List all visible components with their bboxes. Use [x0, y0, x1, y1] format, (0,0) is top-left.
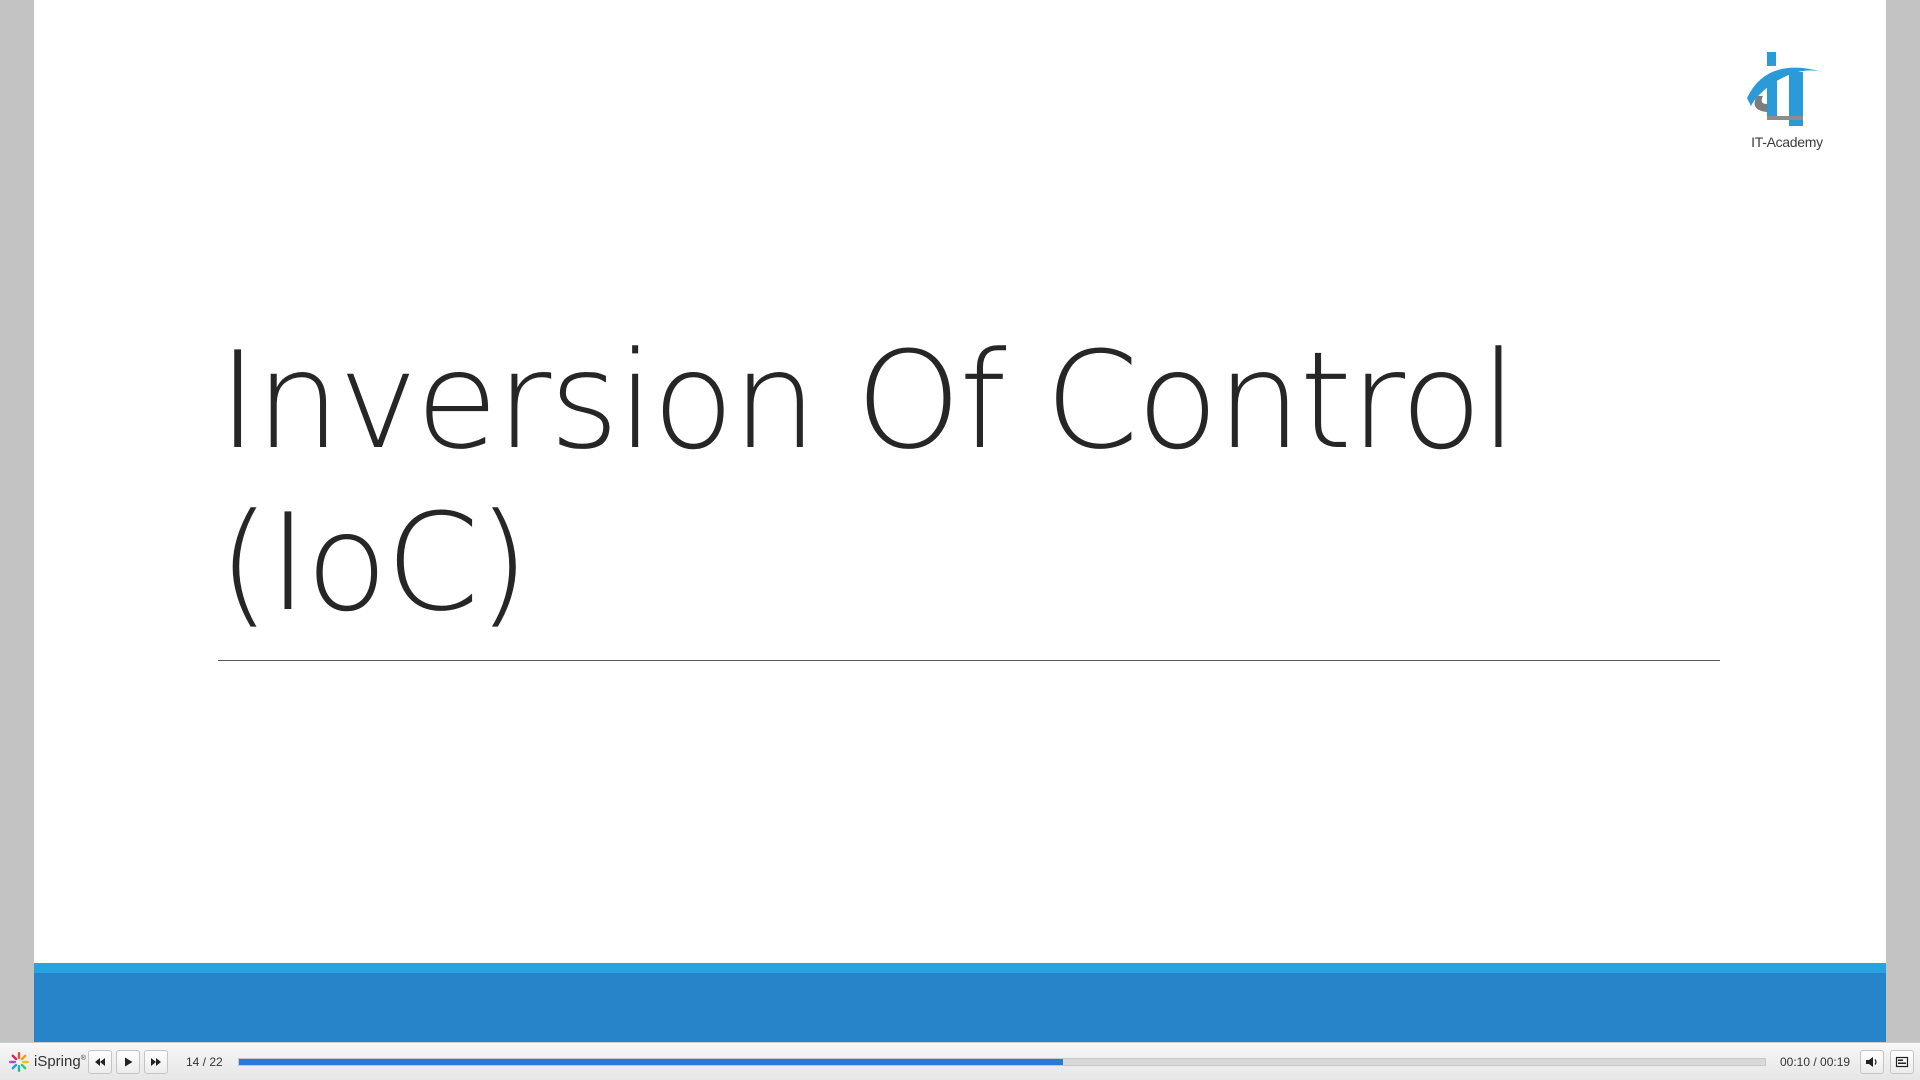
play-button[interactable]	[116, 1049, 140, 1074]
logo-text: IT-Academy	[1751, 134, 1823, 150]
stage: IT-Academy Inversion Of Control (IoC)	[0, 0, 1920, 1042]
playback-progress-bar[interactable]	[238, 1057, 1766, 1066]
ispring-brand: iSpring®	[8, 1051, 88, 1073]
it-academy-logo: IT-Academy	[1737, 48, 1837, 156]
slide-title: Inversion Of Control (IoC)	[218, 323, 1517, 641]
next-slide-button[interactable]	[144, 1049, 168, 1074]
title-divider	[218, 660, 1720, 661]
progress-fill	[239, 1058, 1064, 1065]
volume-icon	[1866, 1056, 1877, 1067]
ispring-label: iSpring®	[34, 1053, 86, 1070]
slide-counter: 14 / 22	[186, 1054, 223, 1069]
slide: IT-Academy Inversion Of Control (IoC)	[34, 0, 1886, 1042]
it-academy-logo-icon	[1747, 52, 1823, 126]
outline-button[interactable]	[1890, 1049, 1914, 1074]
player-toolbar: iSpring® 14 / 22 00:10 / 00:19	[0, 1042, 1920, 1080]
playback-time: 00:10 / 00:19	[1780, 1054, 1851, 1069]
footer-band	[34, 973, 1886, 1042]
footer-stripe	[34, 963, 1886, 973]
ispring-flower-icon	[9, 1051, 29, 1072]
volume-button[interactable]	[1860, 1049, 1884, 1074]
previous-slide-button[interactable]	[88, 1049, 112, 1074]
fast-forward-icon	[151, 1057, 161, 1066]
rewind-icon	[95, 1057, 105, 1066]
outline-icon	[1895, 1056, 1909, 1067]
play-icon	[125, 1057, 133, 1066]
